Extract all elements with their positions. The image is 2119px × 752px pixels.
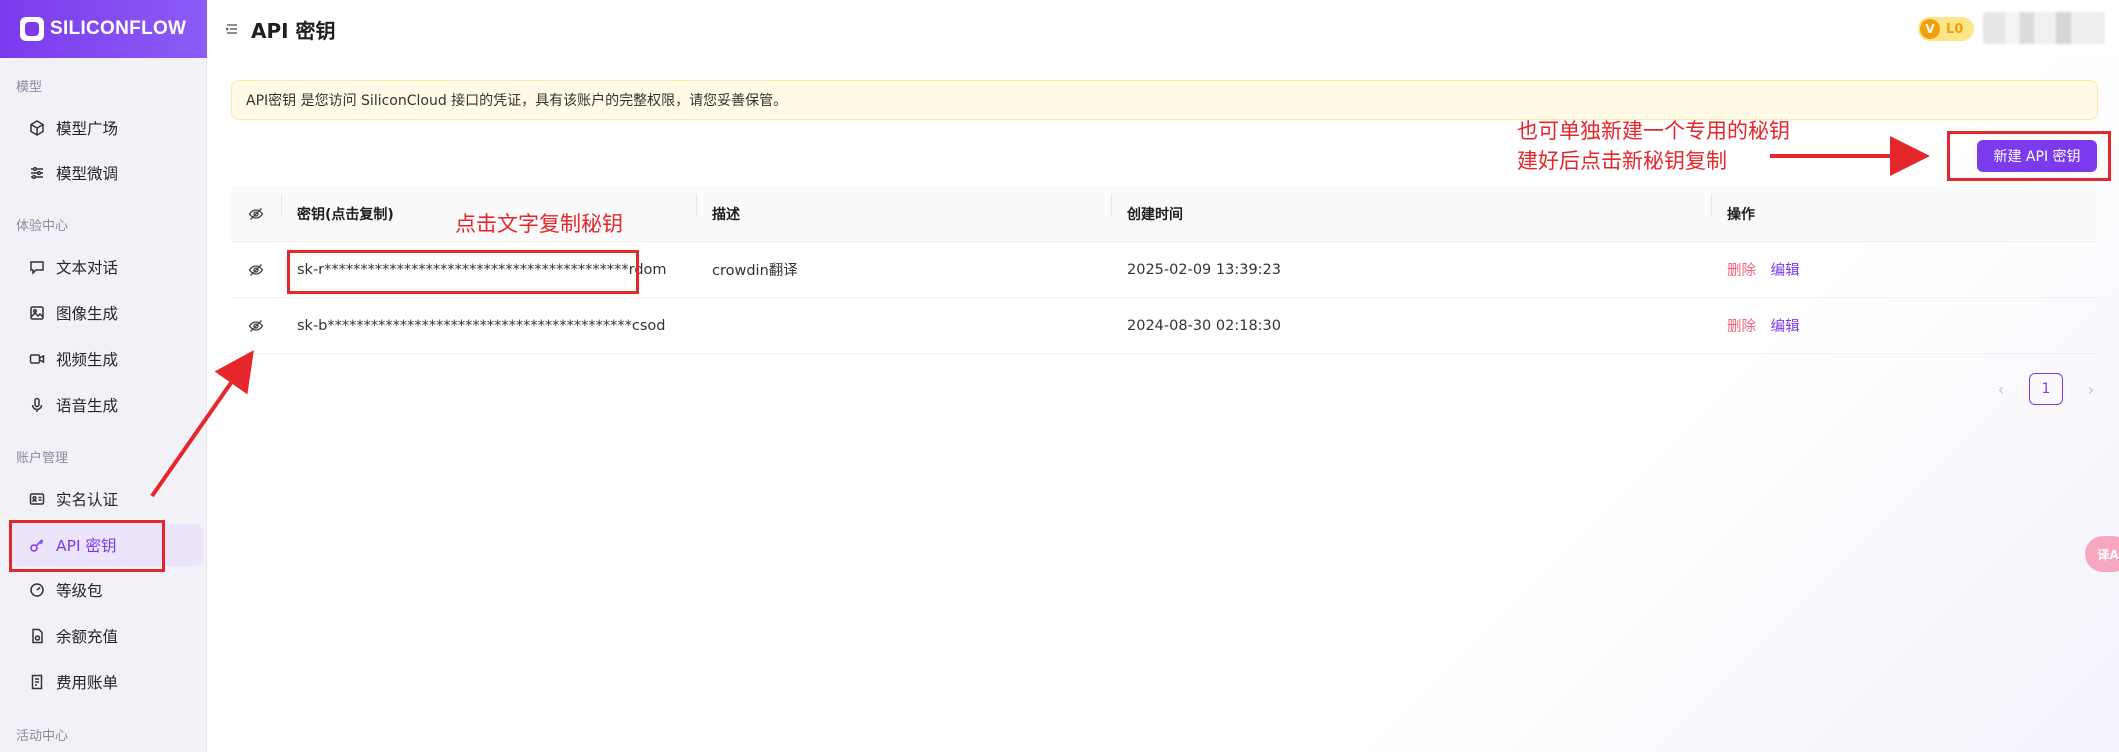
top-bar: API 密钥 (207, 0, 2119, 58)
sidebar-item-model-square[interactable]: 模型广场 (10, 107, 203, 149)
sidebar-item-recharge[interactable]: 余额充值 (10, 615, 203, 657)
brand-logo[interactable]: SILICONFLOW (0, 0, 207, 58)
vip-icon: V (1920, 19, 1940, 39)
sidebar-item-billing[interactable]: 费用账单 (10, 661, 203, 703)
menu-collapse-icon[interactable] (223, 20, 241, 38)
annotation-key-highlight (287, 250, 639, 294)
section-models: 模型 (16, 80, 43, 95)
column-header-created: 创建时间 (1111, 193, 1711, 224)
sidebar: SILICONFLOW 模型 模型广场 模型微调 体验中心 文本对话 图像生成 … (0, 0, 207, 752)
microphone-icon (28, 396, 46, 414)
key-created-time: 2024-08-30 02:18:30 (1127, 317, 1281, 334)
sidebar-item-label: 等级包 (56, 582, 103, 600)
key-description: crowdin翻译 (712, 263, 798, 279)
delete-link[interactable]: 删除 (1727, 319, 1756, 335)
prev-page-icon[interactable]: ‹ (1989, 380, 2013, 399)
eye-off-icon[interactable] (248, 206, 264, 222)
edit-link[interactable]: 编辑 (1771, 319, 1800, 335)
sidebar-item-label: 文本对话 (56, 259, 119, 277)
page-title: API 密钥 (251, 18, 336, 43)
notice-banner: API密钥 是您访问 SiliconCloud 接口的凭证，具有该账户的完整权限… (231, 80, 2098, 120)
main-content: API密钥 是您访问 SiliconCloud 接口的凭证，具有该账户的完整权限… (207, 58, 2119, 752)
notice-text: API密钥 是您访问 SiliconCloud 接口的凭证，具有该账户的完整权限… (246, 93, 788, 109)
sidebar-item-label: 模型广场 (56, 120, 119, 138)
api-key-value[interactable]: sk-b************************************… (281, 318, 696, 334)
delete-link[interactable]: 删除 (1727, 263, 1756, 279)
page-number[interactable]: 1 (2029, 373, 2063, 405)
sidebar-item-audio-gen[interactable]: 语音生成 (10, 384, 203, 426)
translate-float-button[interactable]: 译A (2085, 536, 2119, 572)
edit-link[interactable]: 编辑 (1771, 263, 1800, 279)
key-created-time: 2025-02-09 13:39:23 (1127, 261, 1281, 278)
annotation-sidebar-highlight (9, 520, 165, 572)
annotation-new-key-line1: 也可单独新建一个专用的秘钥 (1517, 119, 1790, 143)
next-page-icon[interactable]: › (2079, 380, 2103, 399)
siliconflow-logo-icon (20, 17, 44, 41)
chat-icon (28, 258, 46, 276)
sidebar-item-verification[interactable]: 实名认证 (10, 478, 203, 520)
sidebar-item-image-gen[interactable]: 图像生成 (10, 292, 203, 334)
user-level-badge[interactable]: V L0 (1918, 17, 1974, 41)
pagination: ‹ 1 › (1989, 373, 2103, 405)
video-icon (28, 350, 46, 368)
app-window: SILICONFLOW 模型 模型广场 模型微调 体验中心 文本对话 图像生成 … (0, 0, 2119, 752)
table-row: sk-b************************************… (231, 298, 2098, 354)
sidebar-item-label: 模型微调 (56, 165, 119, 183)
bill-icon (28, 673, 46, 691)
sidebar-item-text-chat[interactable]: 文本对话 (10, 246, 203, 288)
column-header-actions: 操作 (1711, 193, 2098, 224)
image-icon (28, 304, 46, 322)
wallet-icon (28, 627, 46, 645)
level-text: L0 (1946, 21, 1964, 37)
sidebar-item-video-gen[interactable]: 视频生成 (10, 338, 203, 380)
sidebar-item-label: 费用账单 (56, 674, 119, 692)
sidebar-item-label: 视频生成 (56, 351, 119, 369)
annotation-new-key-line2: 建好后点击新秘钥复制 (1517, 149, 1727, 173)
section-activities: 活动中心 (16, 729, 69, 744)
brand-name: SILICONFLOW (50, 18, 187, 39)
sliders-icon (28, 164, 46, 182)
sidebar-item-label: 图像生成 (56, 305, 119, 323)
column-header-desc: 描述 (696, 193, 1111, 224)
eye-off-icon[interactable] (248, 262, 264, 278)
annotation-button-highlight (1947, 131, 2111, 181)
eye-off-icon[interactable] (248, 318, 264, 334)
section-playground: 体验中心 (16, 219, 69, 234)
gauge-icon (28, 581, 46, 599)
annotation-click-copy: 点击文字复制秘钥 (455, 212, 623, 236)
sidebar-item-label: 实名认证 (56, 491, 119, 509)
sidebar-item-fine-tune[interactable]: 模型微调 (10, 152, 203, 194)
sidebar-item-label: 语音生成 (56, 397, 119, 415)
cube-icon (28, 119, 46, 137)
sidebar-item-label: 余额充值 (56, 628, 119, 646)
id-card-icon (28, 490, 46, 508)
avatar[interactable] (1983, 12, 2105, 44)
section-account: 账户管理 (16, 451, 69, 466)
sidebar-item-level-pack[interactable]: 等级包 (10, 569, 203, 611)
